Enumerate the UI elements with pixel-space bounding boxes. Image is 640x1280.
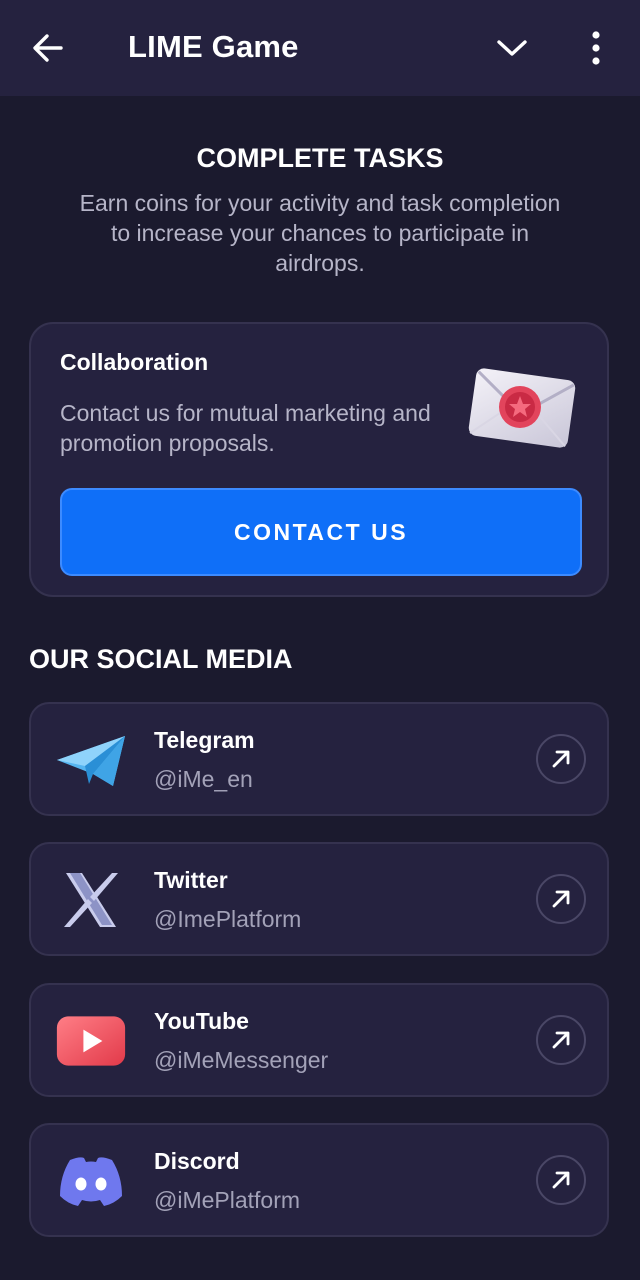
discord-icon: [55, 1147, 127, 1215]
open-link-button[interactable]: [536, 1015, 586, 1065]
social-item-youtube[interactable]: YouTube @iMeMessenger: [29, 983, 609, 1097]
social-name: YouTube: [154, 1008, 249, 1034]
page-title: LIME Game: [128, 29, 299, 64]
telegram-icon: [55, 726, 127, 794]
back-button[interactable]: [22, 22, 74, 74]
more-options-button[interactable]: [572, 22, 620, 74]
social-handle: @ImePlatform: [154, 906, 302, 932]
social-heading: OUR SOCIAL MEDIA: [29, 644, 293, 674]
open-link-button[interactable]: [536, 874, 586, 924]
social-name: Telegram: [154, 727, 255, 753]
arrow-up-right-icon: [552, 890, 570, 908]
dropdown-button[interactable]: [486, 22, 538, 74]
social-item-twitter[interactable]: Twitter @ImePlatform: [29, 842, 609, 956]
arrow-up-right-icon: [552, 750, 570, 768]
social-name: Discord: [154, 1148, 240, 1174]
app-header: LIME Game: [0, 0, 640, 96]
social-item-discord[interactable]: Discord @iMePlatform: [29, 1123, 609, 1237]
envelope-icon: [468, 368, 576, 448]
collaboration-description: Contact us for mutual marketing and prom…: [60, 400, 431, 456]
chevron-down-icon: [497, 40, 527, 56]
open-link-button[interactable]: [536, 734, 586, 784]
youtube-icon: [55, 1007, 127, 1075]
social-handle: @iMeMessenger: [154, 1047, 329, 1073]
collaboration-card: Collaboration Contact us for mutual mark…: [29, 322, 609, 597]
more-vertical-icon: [592, 31, 600, 65]
arrow-up-right-icon: [552, 1171, 570, 1189]
collaboration-title: Collaboration: [60, 349, 209, 375]
social-handle: @iMe_en: [154, 766, 253, 792]
tasks-heading: COMPLETE TASKS: [196, 143, 444, 173]
open-link-button[interactable]: [536, 1155, 586, 1205]
contact-us-button[interactable]: CONTACT US: [60, 488, 582, 576]
arrow-left-icon: [33, 34, 63, 62]
social-item-telegram[interactable]: Telegram @iMe_en: [29, 702, 609, 816]
social-handle: @iMePlatform: [154, 1187, 301, 1213]
arrow-up-right-icon: [552, 1031, 570, 1049]
social-name: Twitter: [154, 867, 228, 893]
x-twitter-icon: [55, 866, 127, 934]
tasks-description: Earn coins for your activity and task co…: [79, 190, 561, 276]
